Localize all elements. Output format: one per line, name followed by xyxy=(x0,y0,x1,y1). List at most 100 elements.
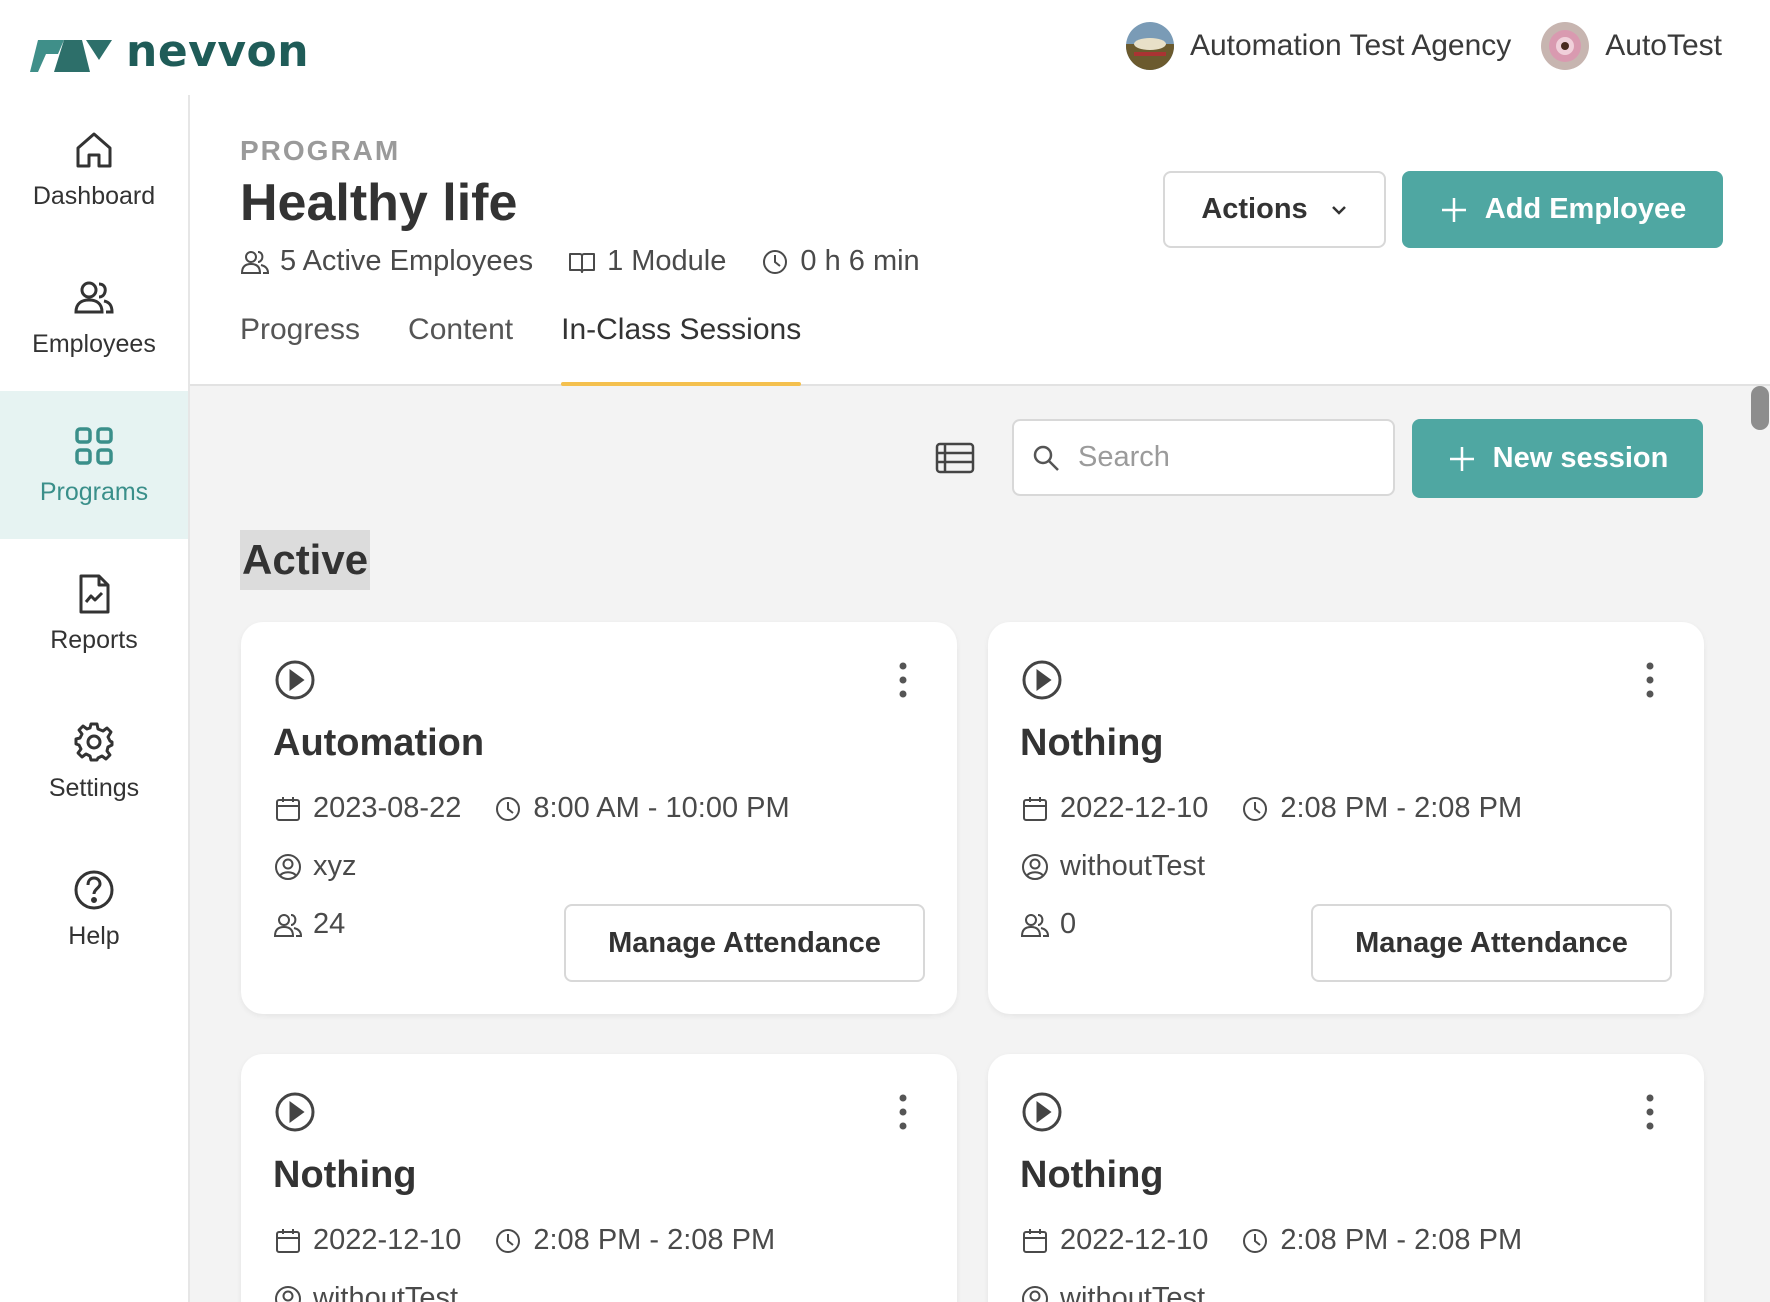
attendee-count: 0 xyxy=(1060,908,1077,940)
actions-label: Actions xyxy=(1201,193,1308,225)
session-title: Nothing xyxy=(1020,722,1164,764)
sidebar-item-dashboard[interactable]: Dashboard xyxy=(0,95,188,243)
search-input[interactable] xyxy=(1078,441,1378,474)
sidebar-item-help[interactable]: Help xyxy=(0,835,188,983)
logo-mark-icon xyxy=(30,39,112,72)
session-instructor: withoutTest xyxy=(1020,1282,1205,1302)
calendar-icon xyxy=(1023,796,1047,821)
play-circle-icon xyxy=(275,1092,315,1132)
session-date: 2023-08-22 xyxy=(313,792,462,824)
session-attendees: 24 xyxy=(273,908,345,941)
session-time: 2:08 PM - 2:08 PM xyxy=(1280,1224,1523,1256)
sidebar-item-label: Reports xyxy=(50,625,138,654)
gear-icon xyxy=(74,722,114,761)
page-eyebrow: PROGRAM xyxy=(240,135,401,166)
report-icon xyxy=(79,574,110,613)
sidebar: Dashboard Employees Programs Reports Set… xyxy=(0,95,190,1302)
instructor-name: withoutTest xyxy=(1060,850,1206,882)
session-title: Automation xyxy=(273,722,485,764)
session-card[interactable]: Nothing 2022-12-10 2:08 PM - 2:08 PM wit… xyxy=(988,1054,1704,1302)
tab-in-class-sessions[interactable]: In-Class Sessions xyxy=(561,310,802,386)
session-title: Nothing xyxy=(1020,1154,1164,1196)
agency-name: Automation Test Agency xyxy=(1189,29,1512,62)
session-card[interactable]: Nothing 2022-12-10 2:08 PM - 2:08 PM wit… xyxy=(988,622,1704,1014)
session-time: 8:00 AM - 10:00 PM xyxy=(533,792,790,824)
add-employee-label: Add Employee xyxy=(1484,193,1687,225)
session-schedule: 2022-12-10 2:08 PM - 2:08 PM xyxy=(1020,792,1522,825)
scrollbar-thumb[interactable] xyxy=(1751,386,1769,430)
user-name: AutoTest xyxy=(1605,29,1722,62)
list-view-icon[interactable] xyxy=(935,441,975,475)
user-menu[interactable]: AutoTest xyxy=(1541,22,1722,70)
more-options-icon[interactable] xyxy=(897,660,909,700)
users-icon xyxy=(240,250,270,274)
session-search[interactable] xyxy=(1012,419,1395,496)
brand-name: nevvon xyxy=(126,26,310,77)
page-title: Healthy life xyxy=(240,174,518,232)
clock-icon xyxy=(1243,1228,1268,1253)
actions-dropdown-button[interactable]: Actions xyxy=(1163,171,1386,248)
nevvon-logo[interactable]: nevvon xyxy=(30,26,309,77)
users-icon xyxy=(1020,913,1050,937)
meta-modules: 1 Module xyxy=(567,245,726,278)
sidebar-item-label: Programs xyxy=(39,477,149,506)
more-options-icon[interactable] xyxy=(1644,1092,1656,1132)
new-session-label: New session xyxy=(1492,442,1669,474)
help-icon xyxy=(74,870,114,909)
more-options-icon[interactable] xyxy=(897,1092,909,1132)
session-schedule: 2022-12-10 2:08 PM - 2:08 PM xyxy=(273,1224,775,1257)
instructor-name: xyz xyxy=(313,850,357,882)
session-schedule: 2023-08-22 8:00 AM - 10:00 PM xyxy=(273,792,790,825)
section-title-active: Active xyxy=(240,530,371,590)
user-circle-icon xyxy=(275,853,301,880)
session-title: Nothing xyxy=(273,1154,417,1196)
meta-modules-text: 1 Module xyxy=(607,245,727,277)
more-options-icon[interactable] xyxy=(1644,660,1656,700)
session-card[interactable]: Nothing 2022-12-10 2:08 PM - 2:08 PM wit… xyxy=(241,1054,957,1302)
sidebar-item-label: Employees xyxy=(32,329,156,358)
clock-icon xyxy=(1243,796,1268,821)
session-date: 2022-12-10 xyxy=(1060,1224,1209,1256)
top-bar: nevvon Automation Test Agency AutoTest xyxy=(0,0,1770,95)
sidebar-item-settings[interactable]: Settings xyxy=(0,687,188,835)
chevron-down-icon xyxy=(1331,205,1346,215)
clock-icon xyxy=(496,1228,521,1253)
sidebar-item-label: Dashboard xyxy=(32,181,156,210)
meta-employees-text: 5 Active Employees xyxy=(280,245,534,277)
scrollbar-track[interactable] xyxy=(1751,386,1770,1302)
session-instructor: withoutTest xyxy=(1020,850,1205,883)
home-icon xyxy=(76,132,112,167)
play-circle-icon xyxy=(275,660,315,700)
user-circle-icon xyxy=(275,1285,301,1302)
session-date: 2022-12-10 xyxy=(1060,792,1209,824)
program-meta: 5 Active Employees 1 Module 0 h 6 min xyxy=(240,245,920,278)
meta-employees: 5 Active Employees xyxy=(240,245,533,278)
instructor-name: withoutTest xyxy=(1060,1282,1206,1302)
session-instructor: withoutTest xyxy=(273,1282,458,1302)
sidebar-item-programs[interactable]: Programs xyxy=(0,391,188,539)
search-icon xyxy=(1033,445,1059,471)
agency-switcher[interactable]: Automation Test Agency xyxy=(1125,22,1512,70)
add-employee-button[interactable]: Add Employee xyxy=(1402,171,1723,248)
session-schedule: 2022-12-10 2:08 PM - 2:08 PM xyxy=(1020,1224,1522,1257)
tab-progress[interactable]: Progress xyxy=(240,310,360,386)
book-icon xyxy=(569,252,596,273)
user-circle-icon xyxy=(1022,1285,1048,1302)
meta-duration-text: 0 h 6 min xyxy=(800,245,920,277)
play-circle-icon xyxy=(1022,1092,1062,1132)
session-card[interactable]: Automation 2023-08-22 8:00 AM - 10:00 PM… xyxy=(241,622,957,1014)
session-attendees: 0 xyxy=(1020,908,1076,941)
new-session-button[interactable]: New session xyxy=(1412,419,1703,498)
agency-avatar xyxy=(1125,22,1174,70)
meta-duration: 0 h 6 min xyxy=(760,245,920,278)
tab-content[interactable]: Content xyxy=(408,310,513,386)
user-circle-icon xyxy=(1022,853,1048,880)
clock-icon xyxy=(763,249,788,274)
manage-attendance-button[interactable]: Manage Attendance xyxy=(1311,904,1672,982)
session-instructor: xyz xyxy=(273,850,357,883)
session-date: 2022-12-10 xyxy=(313,1224,462,1256)
manage-attendance-button[interactable]: Manage Attendance xyxy=(564,904,925,982)
sidebar-item-reports[interactable]: Reports xyxy=(0,539,188,687)
sidebar-item-employees[interactable]: Employees xyxy=(0,243,188,391)
user-avatar xyxy=(1541,22,1590,70)
